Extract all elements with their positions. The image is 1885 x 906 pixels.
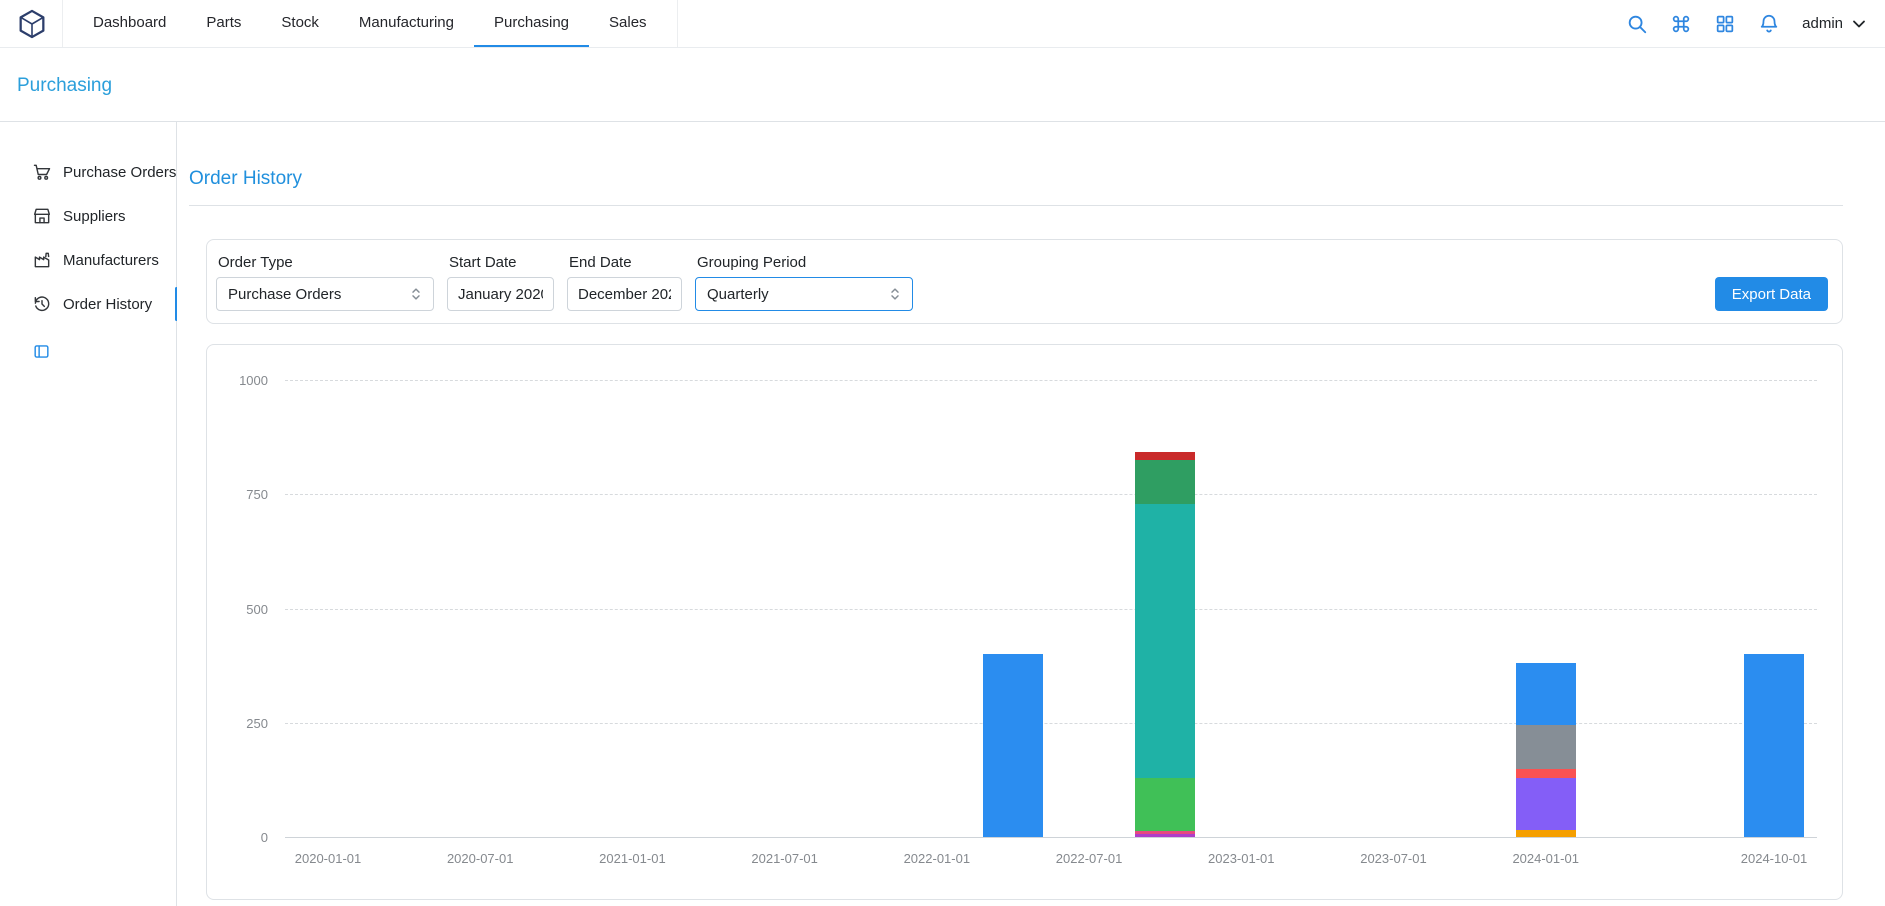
gridline <box>285 723 1817 724</box>
bar-segment[interactable] <box>1135 460 1195 503</box>
main-content: Order History Order Type Purchase Orders… <box>177 122 1885 906</box>
filter-panel: Order Type Purchase Orders Start Date En… <box>206 239 1843 324</box>
export-data-button[interactable]: Export Data <box>1715 277 1828 311</box>
order-history-chart-card: 0 250 500 750 1000 2020-01-01 2020-07-01 2021-0… <box>206 344 1843 900</box>
bar-segment[interactable] <box>1744 654 1804 837</box>
sidebar: Purchase Orders Suppliers Manufacturers <box>0 122 177 906</box>
y-axis-label: 750 <box>207 487 268 502</box>
x-axis-label: 2021-01-01 <box>567 851 697 866</box>
main-nav-tabs: Dashboard Parts Stock Manufacturing Purc… <box>62 0 678 47</box>
chevron-down-icon <box>1849 14 1869 34</box>
app-window: Dashboard Parts Stock Manufacturing Purc… <box>0 0 1885 906</box>
sidebar-item-label: Purchase Orders <box>63 164 176 181</box>
search-icon[interactable] <box>1626 13 1648 35</box>
page-title: Purchasing <box>0 48 1885 97</box>
x-axis-label: 2023-07-01 <box>1328 851 1458 866</box>
building-store-icon <box>32 206 52 226</box>
sidebar-item-label: Manufacturers <box>63 252 159 269</box>
grouping-period-value: Quarterly <box>707 286 769 303</box>
x-axis-label: 2023-01-01 <box>1176 851 1306 866</box>
gridline <box>285 837 1817 838</box>
y-axis-label: 1000 <box>207 373 268 388</box>
bar-segment[interactable] <box>1516 663 1576 725</box>
sidebar-collapse-icon[interactable] <box>32 342 51 361</box>
bar-segment[interactable] <box>1516 830 1576 837</box>
bar-segment[interactable] <box>983 654 1043 837</box>
chart-plot: 0 250 500 750 1000 2020-01-01 2020-07-01 2021-0… <box>207 345 1842 899</box>
inventree-logo-icon[interactable] <box>16 7 50 41</box>
x-axis-label: 2024-10-01 <box>1709 851 1839 866</box>
bar-segment[interactable] <box>1135 452 1195 460</box>
grouping-period-select[interactable]: Quarterly <box>695 277 913 311</box>
x-axis-label: 2020-01-01 <box>263 851 393 866</box>
navbar-actions: admin <box>1626 13 1869 35</box>
nav-tab-stock[interactable]: Stock <box>261 0 339 47</box>
end-date-label: End Date <box>569 254 682 271</box>
bar-segment[interactable] <box>1135 831 1195 835</box>
bar-segment[interactable] <box>1135 778 1195 831</box>
grouping-period-field: Grouping Period Quarterly <box>695 254 913 311</box>
command-menu-icon[interactable] <box>1670 13 1692 35</box>
order-type-label: Order Type <box>218 254 434 271</box>
sidebar-item-suppliers[interactable]: Suppliers <box>0 194 176 238</box>
y-axis-label: 0 <box>207 830 268 845</box>
bar-segment[interactable] <box>1516 778 1576 831</box>
y-axis-label: 500 <box>207 602 268 617</box>
x-axis-label: 2022-07-01 <box>1024 851 1154 866</box>
gridline <box>285 494 1817 495</box>
bar-segment[interactable] <box>1516 769 1576 777</box>
grouping-period-label: Grouping Period <box>697 254 913 271</box>
order-type-field: Order Type Purchase Orders <box>216 254 434 311</box>
scan-grid-icon[interactable] <box>1714 13 1736 35</box>
shopping-cart-icon <box>32 162 52 182</box>
user-menu[interactable]: admin <box>1802 14 1869 34</box>
x-axis-label: 2021-07-01 <box>720 851 850 866</box>
gridline <box>285 609 1817 610</box>
x-axis-label: 2024-01-01 <box>1481 851 1611 866</box>
start-date-field: Start Date <box>447 254 554 311</box>
gridline <box>285 380 1817 381</box>
order-type-select[interactable]: Purchase Orders <box>216 277 434 311</box>
sidebar-item-purchase-orders[interactable]: Purchase Orders <box>0 150 176 194</box>
notifications-bell-icon[interactable] <box>1758 13 1780 35</box>
bar-segment[interactable] <box>1135 834 1195 837</box>
sidebar-item-order-history[interactable]: Order History <box>0 282 176 326</box>
sidebar-item-label: Order History <box>63 296 152 313</box>
sidebar-item-manufacturers[interactable]: Manufacturers <box>0 238 176 282</box>
heading-divider <box>189 205 1843 206</box>
start-date-input[interactable] <box>447 277 554 311</box>
y-axis-label: 250 <box>207 716 268 731</box>
factory-icon <box>32 250 52 270</box>
x-axis-label: 2022-01-01 <box>872 851 1002 866</box>
bar-segment[interactable] <box>1135 504 1195 778</box>
nav-tab-purchasing[interactable]: Purchasing <box>474 0 589 47</box>
nav-tab-manufacturing[interactable]: Manufacturing <box>339 0 474 47</box>
start-date-label: Start Date <box>449 254 554 271</box>
history-clock-icon <box>32 294 52 314</box>
nav-tab-parts[interactable]: Parts <box>186 0 261 47</box>
bar-segment[interactable] <box>1516 725 1576 769</box>
x-axis-label: 2020-07-01 <box>415 851 545 866</box>
nav-tab-sales[interactable]: Sales <box>589 0 667 47</box>
nav-tab-dashboard[interactable]: Dashboard <box>73 0 186 47</box>
top-navbar: Dashboard Parts Stock Manufacturing Purc… <box>0 0 1885 48</box>
page-header: Purchasing <box>0 48 1885 122</box>
select-chevrons-icon <box>886 285 904 303</box>
select-chevrons-icon <box>407 285 425 303</box>
section-heading: Order History <box>177 122 1885 190</box>
order-type-value: Purchase Orders <box>228 286 341 303</box>
end-date-field: End Date <box>567 254 682 311</box>
end-date-input[interactable] <box>567 277 682 311</box>
username: admin <box>1802 15 1843 32</box>
sidebar-item-label: Suppliers <box>63 208 126 225</box>
